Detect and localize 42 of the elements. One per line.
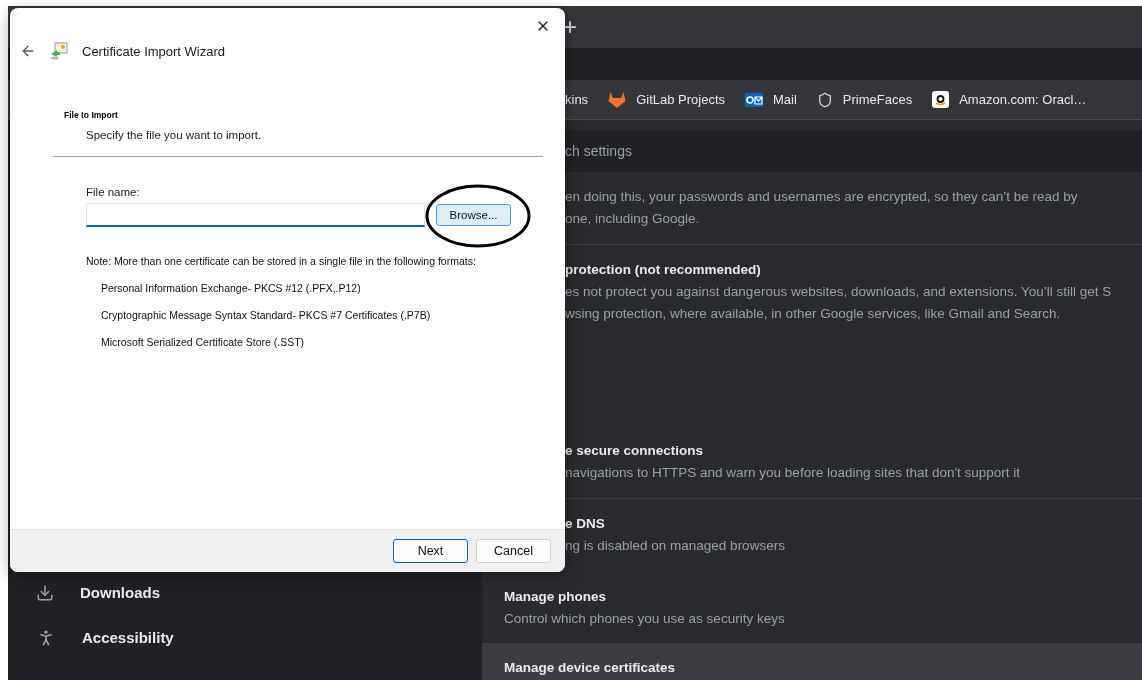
file-name-field[interactable]: [86, 203, 425, 227]
download-icon: [36, 583, 54, 602]
setting-title: protection (not recommended): [565, 261, 762, 279]
setting-description: navigations to HTTPS and warn you before loading sites that don't support it: [565, 464, 1022, 482]
sidebar-item[interactable]: Accessibility: [8, 615, 482, 660]
back-button[interactable]: [20, 43, 36, 59]
bookmark[interactable]: GitLab Projects: [608, 91, 725, 108]
highlighted-settings-row[interactable]: Manage device certificates: [482, 643, 1142, 680]
format-item: Personal Information Exchange- PKCS #12 (.PFX,.P12): [101, 282, 362, 294]
mail-icon: [745, 92, 763, 107]
setting-title: e secure connections: [565, 442, 705, 460]
setting-title: e DNS: [565, 515, 606, 533]
bookmark[interactable]: Amazon.com: Oracl…: [932, 91, 1087, 108]
setting-description: Control which phones you use as security keys: [504, 610, 786, 628]
format-item: Microsoft Serialized Certificate Store (.SST): [101, 336, 306, 348]
setting-title: Manage device certificates: [504, 659, 677, 677]
shield-icon: [816, 91, 833, 108]
browse-button[interactable]: Browse...: [436, 204, 511, 226]
sidebar-item[interactable]: Downloads: [8, 570, 482, 615]
dialog-title: Certificate Import Wizard: [82, 43, 226, 59]
certificate-icon: [50, 42, 68, 60]
section-title: File to Import: [64, 110, 119, 120]
note-text: Note: More than one certificate can be stored in a single file in the following formats:: [86, 255, 477, 267]
setting-description: es not protect you against dangerous websites, downloads, and extensions. You’ll still get S: [565, 283, 1113, 301]
search-field[interactable]: ch settings: [563, 142, 867, 160]
setting-description: ng is disabled on managed browsers: [565, 537, 786, 555]
settings-row[interactable]: Manage phones Control which phones you use as security keys: [482, 572, 1142, 643]
setting-description: wsing protection, where available, in other Google services, like Gmail and Search.: [565, 305, 1062, 323]
setting-description: en doing this, your passwords and usernames are encrypted, so they can’t be read by: [565, 188, 1079, 206]
default-button[interactable]: Next: [393, 539, 468, 563]
instruction-text: Specify the file you want to import.: [86, 129, 263, 141]
format-item: Cryptographic Message Syntax Standard- PKCS #7 Certificates (.P7B): [101, 309, 432, 321]
bookmark[interactable]: PrimeFaces: [816, 91, 913, 108]
setting-title: Manage phones: [504, 588, 607, 606]
dialog-button[interactable]: Cancel: [476, 539, 551, 563]
bookmark[interactable]: kins: [565, 92, 589, 107]
bookmark[interactable]: Mail: [745, 92, 797, 107]
new-tab-button[interactable]: +: [563, 15, 577, 39]
fox-icon: [608, 91, 627, 108]
amazon-icon: [932, 91, 950, 108]
field-label: File name:: [86, 186, 141, 198]
setting-description: one, including Google.: [565, 210, 701, 228]
